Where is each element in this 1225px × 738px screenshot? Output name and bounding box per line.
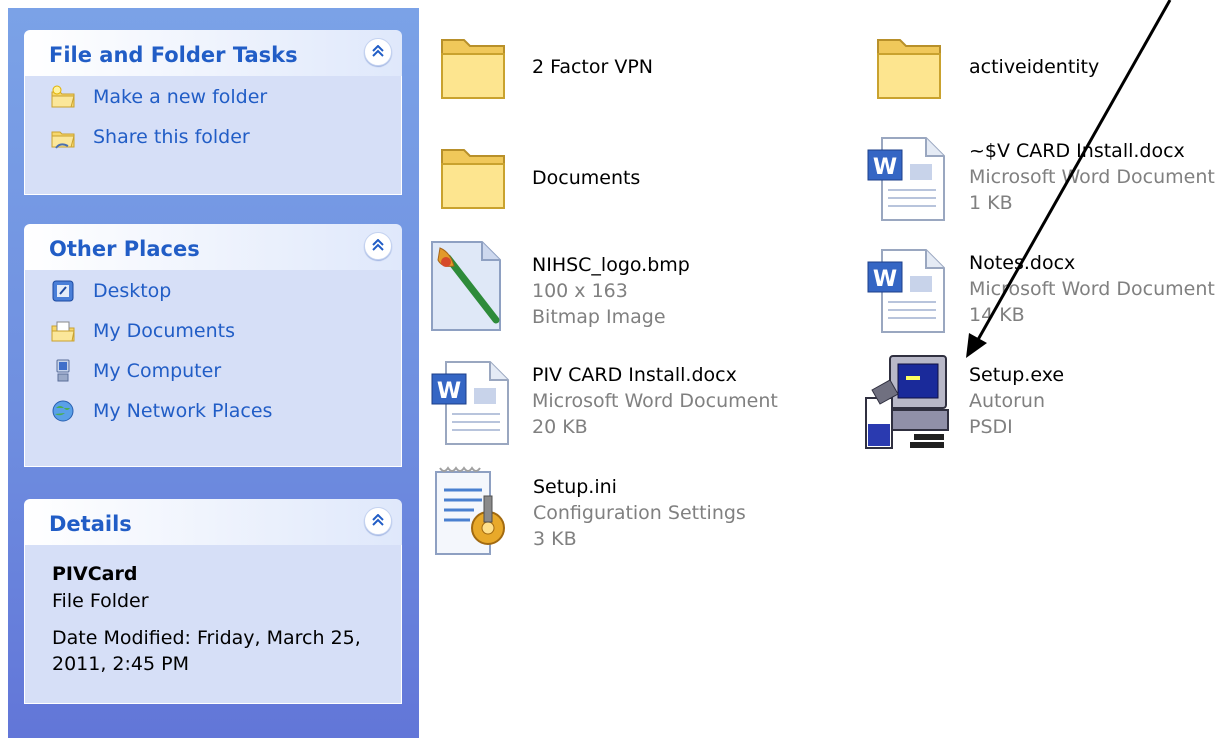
task-label: My Network Places [93,400,273,422]
place-my-documents[interactable]: My Documents [50,315,235,347]
collapse-button[interactable] [364,38,392,66]
task-label: Make a new folder [93,86,268,108]
file-text: activeidentity [969,54,1099,80]
details-body: PIVCard File Folder Date Modified: Frida… [24,545,402,704]
file-name: ~$V CARD Install.docx [969,140,1185,162]
file-text: PIV CARD Install.docx Microsoft Word Doc… [532,362,778,440]
place-network[interactable]: My Network Places [50,395,272,427]
file-type: Bitmap Image [532,306,666,328]
file-text: Documents [532,165,640,191]
svg-text:W: W [437,379,461,404]
file-name: activeidentity [969,56,1100,78]
file-dimensions: 100 x 163 [532,280,628,302]
file-text: Setup.exe Autorun PSDI [969,362,1064,440]
word-document-icon: W [867,137,945,221]
file-size: 1 KB [969,192,1013,214]
file-size: 14 KB [969,304,1025,326]
file-name: Setup.ini [533,476,617,498]
other-places-panel: Other Places Desktop My Documents My Com… [24,224,402,467]
svg-text:W: W [873,267,897,292]
my-documents-icon [51,321,75,342]
collapse-button[interactable] [364,507,392,535]
new-folder-icon [51,85,75,108]
place-desktop[interactable]: Desktop [50,275,171,307]
task-pane: File and Folder Tasks Make a new folder [8,8,419,738]
network-places-icon [52,400,74,422]
other-places-body: Desktop My Documents My Computer My Netw… [24,270,402,467]
file-folder-tasks-header[interactable]: File and Folder Tasks [24,30,402,76]
chevron-up-icon [372,514,384,526]
task-label: Desktop [93,280,172,302]
setup-exe-icon [865,355,949,449]
svg-text:W: W [873,155,897,180]
task-make-new-folder[interactable]: Make a new folder [50,81,267,113]
word-document-icon: W [431,361,509,445]
file-name: PIV CARD Install.docx [532,364,737,386]
file-company: PSDI [969,416,1013,438]
chevron-up-icon [372,45,384,57]
file-description: Autorun [969,390,1046,412]
my-computer-icon [56,359,70,382]
collapse-button[interactable] [364,232,392,260]
share-folder-icon [51,131,75,149]
task-share-folder[interactable]: Share this folder [50,121,250,153]
file-item[interactable]: W PIV CARD Install.docx Microsoft Word D… [430,360,790,450]
file-text: Setup.ini Configuration Settings 3 KB [533,474,746,552]
file-text: ~$V CARD Install.docx Microsoft Word Doc… [969,138,1215,216]
file-name: 2 Factor VPN [532,56,653,78]
file-size: 3 KB [533,528,577,550]
file-text: NIHSC_logo.bmp 100 x 163 Bitmap Image [532,252,690,330]
file-name: Setup.exe [969,364,1065,386]
detail-type: File Folder [52,590,149,612]
folder-icon [441,39,505,99]
detail-date-modified: Date Modified: Friday, March 25, 2011, 2… [52,627,361,675]
file-type: Configuration Settings [533,502,746,524]
panel-title: File and Folder Tasks [49,43,298,67]
panel-title: Details [49,512,132,536]
other-places-header[interactable]: Other Places [24,224,402,270]
file-name: Notes.docx [969,252,1076,274]
file-type: Microsoft Word Document [969,166,1215,188]
file-item[interactable]: W ~$V CARD Install.docx Microsoft Word D… [866,136,1218,226]
task-label: My Computer [93,360,222,382]
file-folder-tasks-body: Make a new folder Share this folder [24,76,402,195]
folder-icon [877,39,941,99]
file-item[interactable]: Setup.ini Configuration Settings 3 KB [430,466,790,561]
file-item[interactable]: 2 Factor VPN [436,30,736,110]
panel-title: Other Places [49,237,200,261]
file-item[interactable]: Setup.exe Autorun PSDI [862,354,1162,454]
place-my-computer[interactable]: My Computer [50,355,221,387]
file-type: Microsoft Word Document [532,390,778,412]
task-label: My Documents [93,320,236,342]
file-item[interactable]: Documents [436,140,736,220]
file-text: Notes.docx Microsoft Word Document 14 KB [969,250,1215,328]
detail-name: PIVCard [52,563,138,585]
desktop-icon [52,280,74,302]
file-name: Documents [532,167,641,189]
file-text: 2 Factor VPN [532,54,653,80]
details-header[interactable]: Details [24,499,402,545]
details-panel: Details PIVCard File Folder Date Modifie… [24,499,402,704]
bitmap-image-icon [431,241,501,331]
word-document-icon: W [867,249,945,333]
file-type: Microsoft Word Document [969,278,1215,300]
task-label: Share this folder [93,126,250,148]
file-folder-tasks-panel: File and Folder Tasks Make a new folder [24,30,402,195]
config-settings-icon [435,466,505,555]
file-name: NIHSC_logo.bmp [532,254,690,276]
file-size: 20 KB [532,416,588,438]
file-item[interactable]: NIHSC_logo.bmp 100 x 163 Bitmap Image [428,240,728,335]
file-item[interactable]: activeidentity [872,30,1172,110]
folder-icon [441,149,505,209]
chevron-up-icon [372,239,384,251]
file-item[interactable]: W Notes.docx Microsoft Word Document 14 … [866,248,1218,338]
